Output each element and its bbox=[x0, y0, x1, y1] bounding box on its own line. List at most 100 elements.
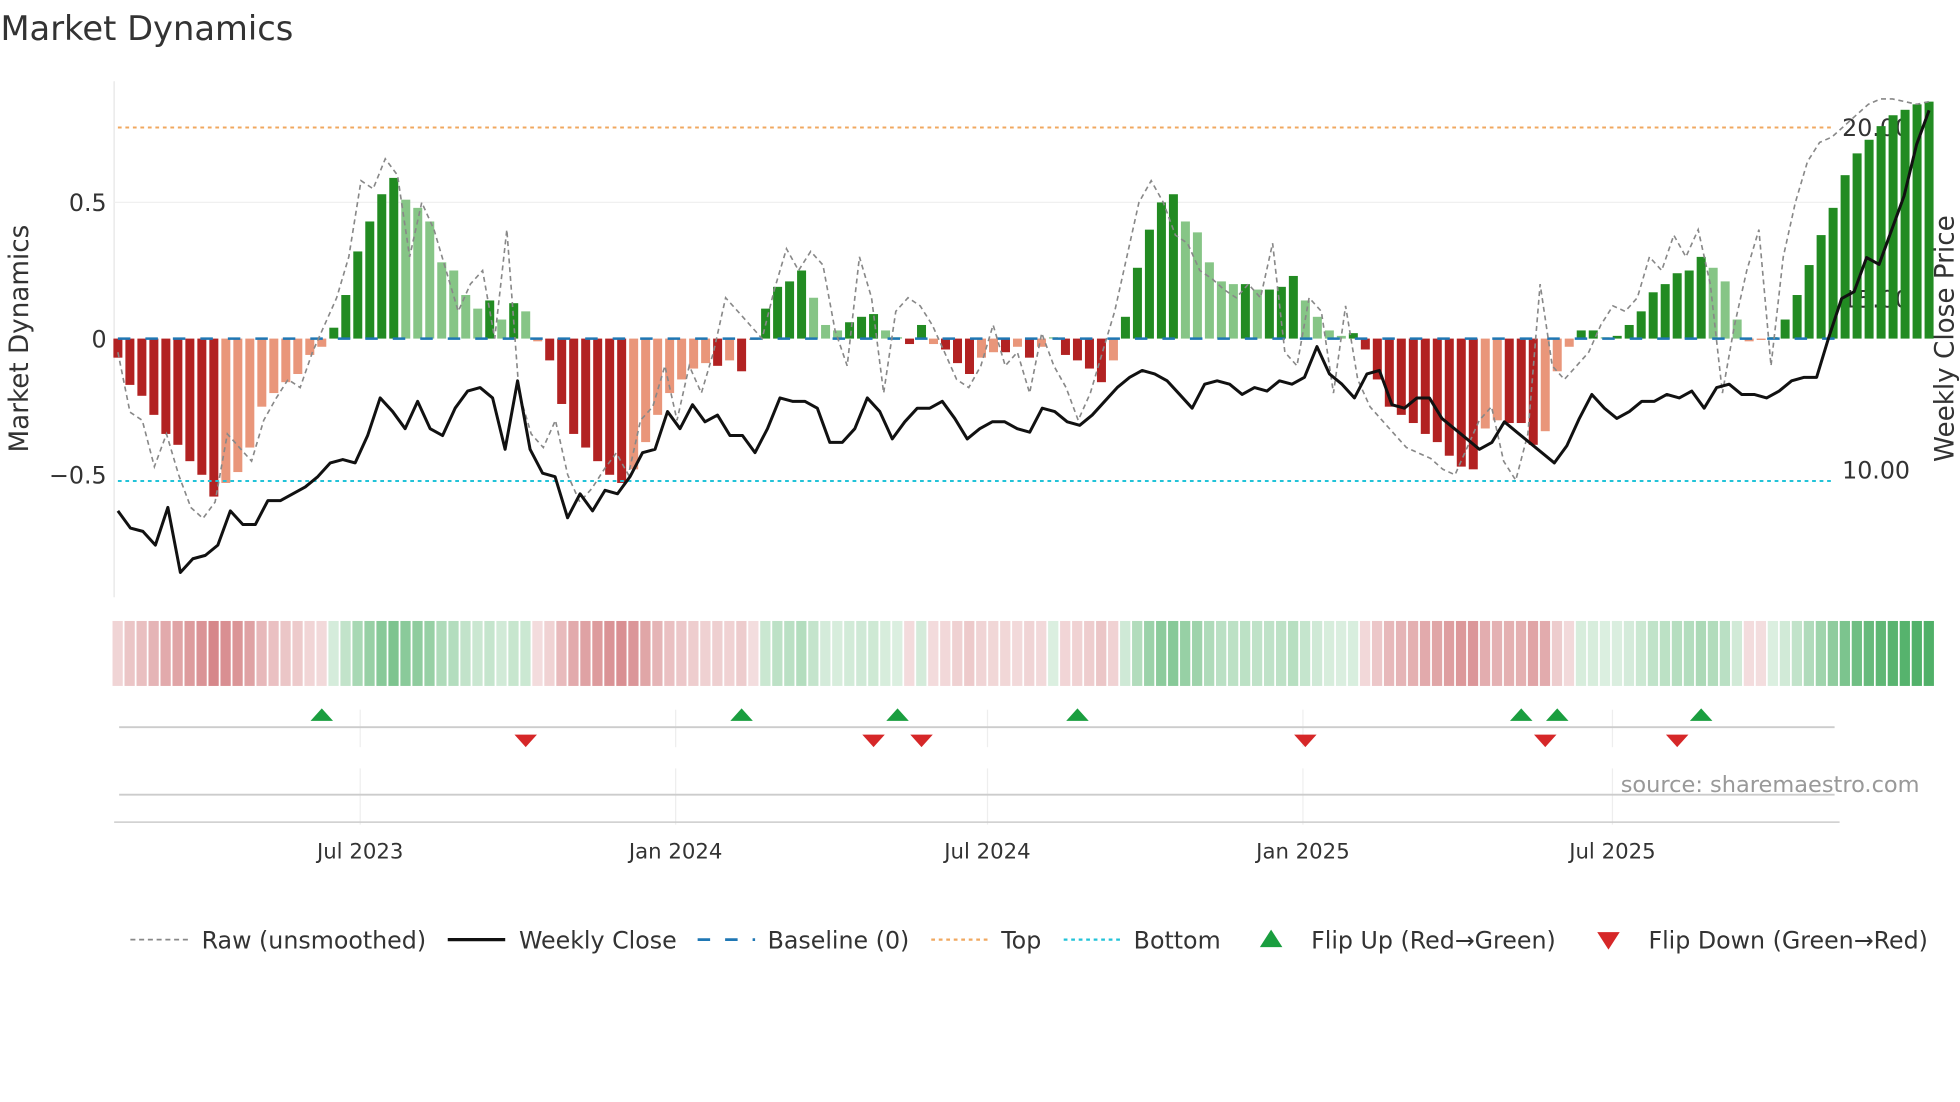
heat-cell bbox=[1180, 620, 1191, 686]
heat-cell bbox=[376, 620, 387, 686]
heat-cell bbox=[1216, 620, 1227, 686]
heat-cell bbox=[1851, 620, 1862, 686]
momentum-bar bbox=[245, 338, 255, 448]
heat-cell bbox=[1563, 620, 1575, 686]
heat-cell bbox=[1719, 620, 1731, 686]
heat-cell bbox=[580, 620, 591, 686]
momentum-bar bbox=[737, 338, 747, 372]
momentum-bar bbox=[1144, 229, 1154, 339]
momentum-bar bbox=[773, 286, 783, 339]
heat-cell bbox=[1156, 620, 1167, 686]
heat-cell bbox=[1323, 620, 1335, 686]
flip-up-marker bbox=[1066, 708, 1089, 721]
momentum-bar bbox=[497, 319, 507, 339]
heat-cell bbox=[1755, 620, 1767, 686]
momentum-bar bbox=[1036, 338, 1046, 347]
heat-cell bbox=[652, 620, 663, 686]
heat-cell bbox=[1839, 620, 1850, 686]
heat-cell bbox=[1359, 620, 1371, 686]
momentum-bar bbox=[353, 251, 363, 339]
y-tick-label: 0.5 bbox=[69, 189, 107, 217]
heat-cell bbox=[688, 620, 699, 686]
momentum-bar bbox=[1636, 311, 1646, 339]
momentum-bar bbox=[377, 194, 387, 339]
heat-cell bbox=[1503, 620, 1515, 686]
momentum-bar bbox=[1672, 273, 1682, 339]
momentum-bar bbox=[1648, 292, 1658, 339]
momentum-bar bbox=[1528, 338, 1538, 445]
momentum-bar bbox=[1204, 262, 1214, 339]
heat-cell bbox=[1335, 620, 1347, 686]
y-tick-label: −0.5 bbox=[49, 462, 107, 490]
heat-cell bbox=[1863, 620, 1874, 686]
momentum-bar bbox=[1432, 338, 1442, 443]
heat-cell bbox=[412, 620, 423, 686]
heat-cell bbox=[1899, 620, 1910, 686]
momentum-bar bbox=[269, 338, 279, 394]
heat-cell bbox=[928, 620, 939, 686]
momentum-bar bbox=[473, 308, 483, 339]
momentum-bar bbox=[209, 338, 219, 497]
momentum-bar bbox=[461, 295, 471, 339]
momentum-bar bbox=[1012, 338, 1022, 347]
heat-cell bbox=[520, 620, 531, 686]
momentum-bar bbox=[1156, 202, 1166, 339]
momentum-bar bbox=[137, 338, 147, 396]
heat-cell bbox=[940, 620, 951, 686]
heat-cell bbox=[1599, 620, 1611, 686]
heat-cell bbox=[172, 620, 183, 686]
heat-cell bbox=[1240, 620, 1251, 686]
momentum-bar bbox=[1864, 139, 1874, 339]
heat-cell bbox=[1395, 620, 1407, 686]
momentum-bar bbox=[929, 338, 939, 345]
heat-cell bbox=[1228, 620, 1239, 686]
momentum-bar bbox=[557, 338, 567, 404]
heat-cell bbox=[544, 620, 555, 686]
heat-cell bbox=[1120, 620, 1131, 686]
momentum-bar bbox=[365, 221, 375, 339]
heat-cell bbox=[184, 620, 195, 686]
momentum-bar bbox=[1120, 316, 1130, 339]
momentum-bar bbox=[1684, 270, 1694, 339]
heat-cell bbox=[1407, 620, 1419, 686]
heat-cell bbox=[364, 620, 375, 686]
heat-cell bbox=[1108, 620, 1119, 686]
momentum-bar bbox=[725, 338, 735, 361]
momentum-bar bbox=[1252, 289, 1262, 339]
heat-cell bbox=[1611, 620, 1623, 686]
momentum-bar bbox=[1492, 338, 1502, 421]
heat-cell bbox=[1419, 620, 1431, 686]
momentum-bar bbox=[1060, 338, 1070, 355]
heat-cell bbox=[868, 620, 879, 686]
heat-cell bbox=[1527, 620, 1539, 686]
heat-cell bbox=[568, 620, 579, 686]
momentum-bar bbox=[1000, 338, 1010, 353]
flip-down-marker bbox=[910, 734, 933, 748]
heat-cell bbox=[856, 620, 867, 686]
heat-cell bbox=[1204, 620, 1215, 686]
chart-title: Market Dynamics bbox=[0, 9, 293, 48]
heat-cell bbox=[664, 620, 675, 686]
momentum-bar bbox=[1468, 338, 1478, 470]
momentum-bar bbox=[809, 297, 819, 339]
momentum-bar bbox=[197, 338, 207, 475]
momentum-bar bbox=[413, 207, 423, 339]
momentum-bar bbox=[569, 338, 579, 434]
heat-cell bbox=[880, 620, 891, 686]
heat-cell bbox=[400, 620, 411, 686]
heat-cell bbox=[916, 620, 927, 686]
heat-cell bbox=[148, 620, 159, 686]
momentum-bar bbox=[1504, 338, 1514, 424]
momentum-bar bbox=[845, 322, 855, 339]
momentum-bar bbox=[689, 338, 699, 369]
heat-cell bbox=[1012, 620, 1023, 686]
heat-cell bbox=[724, 620, 735, 686]
momentum-bar bbox=[281, 338, 291, 383]
flip-down-marker bbox=[514, 734, 537, 748]
momentum-bar bbox=[1276, 286, 1286, 339]
heat-cell bbox=[1827, 620, 1838, 686]
heat-cell bbox=[1491, 620, 1503, 686]
heat-cell bbox=[1168, 620, 1179, 686]
heat-cell bbox=[1443, 620, 1455, 686]
heat-cell bbox=[556, 620, 567, 686]
